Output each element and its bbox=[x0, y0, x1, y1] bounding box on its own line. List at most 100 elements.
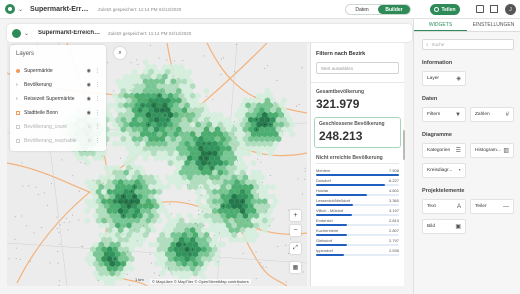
bar-fill bbox=[316, 234, 347, 236]
layer-row[interactable]: › Reisezeit Supermärkte ◉ ⋮ bbox=[16, 92, 100, 106]
bar-row[interactable]: Kuchenheim 2.807 bbox=[316, 228, 399, 236]
bar-fill bbox=[316, 194, 367, 196]
bar-label: Endenich bbox=[316, 218, 333, 223]
chevron-down-icon[interactable]: ⌄ bbox=[24, 30, 29, 37]
bar-row[interactable]: Gielsdorf 2.797 bbox=[316, 238, 399, 246]
bar-label: Gielsdorf bbox=[316, 238, 333, 243]
widget-histogram[interactable]: Histogram... ▥ bbox=[470, 143, 514, 158]
bar-row[interactable]: Mehlem 7.508 bbox=[316, 168, 399, 176]
section-charts: Diagramme bbox=[422, 132, 452, 138]
widget-search-input[interactable]: ⌕ Suche bbox=[422, 39, 514, 50]
widget-layer[interactable]: Layer ◈ bbox=[422, 71, 466, 86]
layer-row[interactable]: › Bevölkerung ◉ ⋮ bbox=[16, 78, 100, 92]
widgets-column: Filtern nach Bezirk Wert auswählen Gesam… bbox=[310, 43, 404, 286]
unreached-population-label: Nicht erreichte Bevölkerung bbox=[316, 155, 383, 161]
unreached-bar-list: Mehlem 7.508 Duisdorf 6.227 Holzlar 4.601 Less… bbox=[316, 168, 399, 256]
bar-track bbox=[316, 244, 399, 246]
filter-icon: ▼ bbox=[455, 111, 461, 118]
widget-text[interactable]: Text A bbox=[422, 199, 466, 214]
bar-row[interactable]: Holzlar 4.601 bbox=[316, 188, 399, 196]
eye-off-icon[interactable]: ◌ bbox=[88, 138, 91, 144]
chevron-right-icon[interactable]: › bbox=[16, 96, 20, 102]
bar-fill bbox=[316, 184, 385, 186]
widget-pie[interactable]: Kreisdiagr... ◔ bbox=[422, 163, 466, 178]
bar-value: 3.360 bbox=[388, 198, 399, 203]
image-icon: ▣ bbox=[455, 224, 461, 230]
widget-image[interactable]: Bild ▣ bbox=[422, 219, 466, 234]
tab-widgets[interactable]: WIDGETS bbox=[414, 19, 467, 31]
layout-icon[interactable] bbox=[476, 5, 484, 13]
closed-population-label: Geschlossene Bevölkerung bbox=[319, 121, 385, 127]
layer-name: Bevölkerung bbox=[24, 82, 52, 88]
grid-icon[interactable] bbox=[490, 5, 498, 13]
layer-row[interactable]: Stadtteile Bonn ◉ ⋮ bbox=[16, 106, 100, 120]
widget-label: Text bbox=[427, 204, 436, 209]
mode-builder-button[interactable]: Builder bbox=[378, 5, 410, 14]
bar-row[interactable]: Villich - Müldorf 3.197 bbox=[316, 208, 399, 216]
mode-data-button[interactable]: Daten bbox=[346, 5, 378, 14]
bar-track bbox=[316, 224, 399, 226]
eye-icon[interactable]: ◉ bbox=[87, 82, 91, 88]
app-logo[interactable] bbox=[5, 4, 15, 14]
divider bbox=[316, 163, 399, 164]
bar-fill bbox=[316, 174, 399, 176]
mode-switch[interactable]: Daten Builder bbox=[345, 4, 411, 15]
project-header: ⌄ Supermarkt-Erreichbarkeit Zuletzt gesp… bbox=[7, 24, 412, 42]
more-icon[interactable]: ⋮ bbox=[95, 110, 100, 116]
section-data: Daten bbox=[422, 96, 438, 102]
bar-row[interactable]: Ippendorf 2.535 bbox=[316, 248, 399, 256]
fullscreen-icon[interactable]: ⤢ bbox=[290, 243, 301, 254]
text-icon: A bbox=[456, 203, 461, 210]
layer-row[interactable]: Bevölkerung_count ◌ ⋮ bbox=[16, 120, 100, 134]
avatar[interactable]: J bbox=[505, 4, 516, 15]
zoom-out-button[interactable]: − bbox=[290, 225, 301, 236]
closed-population-widget[interactable]: Geschlossene Bevölkerung 248.213 bbox=[314, 117, 401, 148]
chevron-down-icon[interactable]: ⌄ bbox=[18, 6, 23, 13]
bar-value: 7.508 bbox=[388, 168, 399, 173]
layer-row[interactable]: Bevölkerung_reachable ◌ ⋮ bbox=[16, 134, 100, 148]
bar-row[interactable]: Duisdorf 6.227 bbox=[316, 178, 399, 186]
more-icon[interactable]: ⋮ bbox=[95, 82, 100, 88]
more-icon[interactable]: ⋮ bbox=[95, 96, 100, 102]
section-project: Projektelemente bbox=[422, 188, 465, 194]
polygon-layer-icon bbox=[16, 125, 20, 129]
panel-tabs: WIDGETS EINSTELLUNGEN bbox=[414, 19, 520, 32]
bar-label: Ippendorf bbox=[316, 248, 333, 253]
eye-icon[interactable]: ◉ bbox=[87, 68, 91, 74]
chevron-right-icon[interactable]: › bbox=[16, 82, 20, 88]
bar-track bbox=[316, 234, 399, 236]
more-icon[interactable]: ⋮ bbox=[95, 138, 100, 144]
project-title[interactable]: Supermarkt-Erreichbarkeit bbox=[30, 6, 92, 13]
layer-name: Supermärkte bbox=[24, 68, 53, 74]
scrollbar[interactable] bbox=[403, 130, 405, 160]
more-icon[interactable]: ⋮ bbox=[95, 68, 100, 74]
tab-settings[interactable]: EINSTELLUNGEN bbox=[467, 19, 520, 31]
bar-track bbox=[316, 214, 399, 216]
last-saved-text: Zuletzt gespeichert: 11:14 PM 04/12/2020 bbox=[98, 6, 182, 12]
layer-row[interactable]: Supermärkte ◉ ⋮ bbox=[16, 64, 100, 78]
layers-panel: Layers Supermärkte ◉ ⋮ › Bevölkerung ◉ ⋮ ›… bbox=[10, 45, 106, 151]
histogram-icon: ▥ bbox=[503, 148, 509, 154]
more-icon[interactable]: ⋮ bbox=[95, 124, 100, 130]
district-select[interactable]: Wert auswählen bbox=[316, 62, 399, 74]
bar-row[interactable]: Lessenich/Meßdorf 3.360 bbox=[316, 198, 399, 206]
eye-icon[interactable]: ◉ bbox=[87, 96, 91, 102]
widget-label: Bild bbox=[427, 224, 435, 229]
eye-icon[interactable]: ◉ bbox=[87, 110, 91, 116]
widget-categories[interactable]: Kategorien ☰ bbox=[422, 143, 466, 158]
widget-filter[interactable]: Filtern ▼ bbox=[422, 107, 466, 122]
zoom-in-button[interactable]: + bbox=[290, 210, 301, 221]
eye-off-icon[interactable]: ◌ bbox=[88, 124, 91, 130]
total-population-label: Gesamtbevölkerung bbox=[316, 89, 365, 95]
widget-numbers[interactable]: Zahlen # bbox=[470, 107, 514, 122]
map-search-icon[interactable]: ⌕ bbox=[114, 47, 126, 59]
project-header-title: Supermarkt-Erreichbarkeit bbox=[38, 30, 104, 36]
basemap-icon[interactable]: ▦ bbox=[290, 262, 301, 273]
widget-label: Teiler bbox=[475, 204, 487, 209]
share-button[interactable]: Teilen bbox=[430, 4, 460, 15]
widget-divider[interactable]: Teiler — bbox=[470, 199, 514, 214]
search-placeholder: Suche bbox=[431, 42, 445, 47]
bar-track bbox=[316, 174, 399, 176]
bar-row[interactable]: Endenich 2.810 bbox=[316, 218, 399, 226]
search-icon: ⌕ bbox=[426, 42, 429, 47]
